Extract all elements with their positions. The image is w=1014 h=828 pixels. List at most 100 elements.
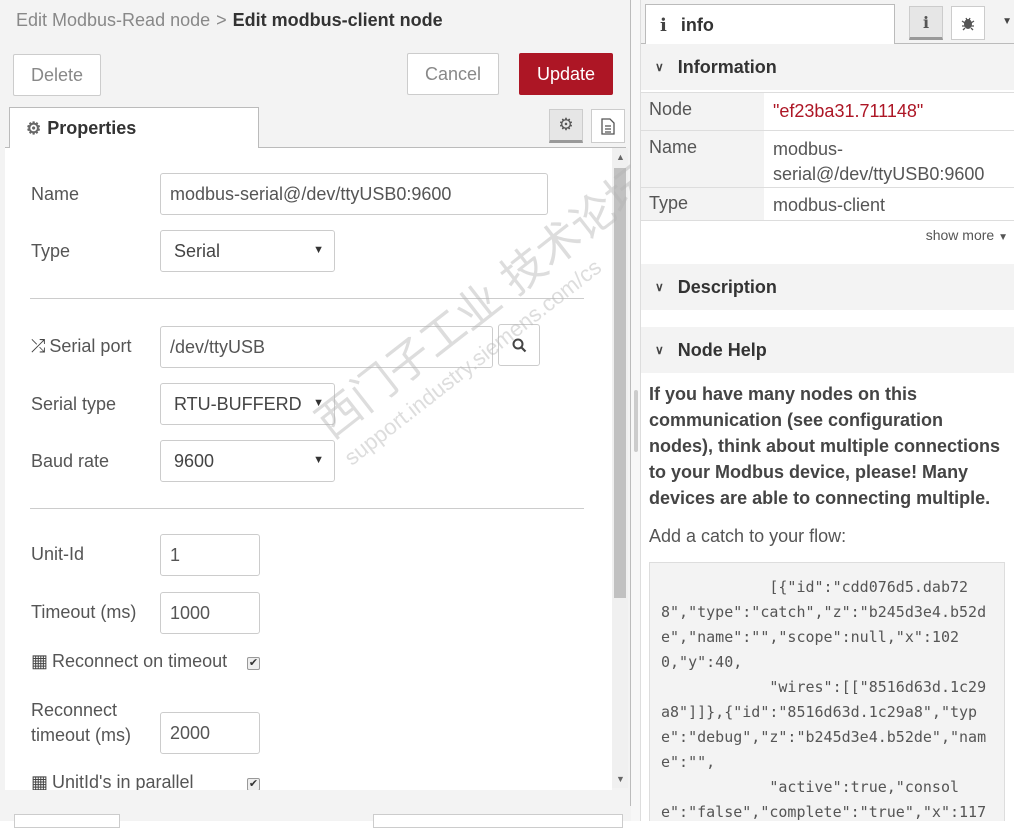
delete-button[interactable]: Delete [13, 54, 101, 96]
info-value-line2: serial@/dev/ttyUSB0:9600 [773, 164, 985, 184]
cancel-button[interactable]: Cancel [407, 53, 499, 95]
node-help-text: Add a catch to your flow: [649, 526, 847, 546]
serial-type-label: Serial type [31, 394, 117, 414]
info-value-line1: modbus- [773, 139, 844, 159]
info-sidebar: i info i ▼ ∨ Information Node "ef23ba31.… [641, 0, 1014, 821]
update-button[interactable]: Update [519, 53, 613, 95]
info-value: modbus- serial@/dev/ttyUSB0:9600 [764, 131, 1014, 187]
reconnect-timeout-input[interactable]: 2000 [160, 712, 260, 754]
baud-rate-label: Baud rate [31, 451, 110, 471]
caret-down-icon: ▼ [998, 232, 1008, 243]
serial-port-input[interactable]: /dev/ttyUSB [160, 326, 493, 368]
reconnect-timeout-label-line2: timeout (ms) [31, 725, 132, 745]
info-row-node: Node "ef23ba31.711148" [641, 92, 1014, 130]
tab-properties-label: Properties [47, 118, 137, 138]
divider [30, 298, 584, 299]
chevron-down-icon: ∨ [655, 60, 664, 74]
gear-icon: ⚙ [26, 118, 42, 138]
information-title: Information [677, 56, 777, 77]
unit-id-input[interactable]: 1 [160, 534, 260, 576]
node-help-title: Node Help [677, 339, 767, 360]
sidebar-tab-bar: i info i ▼ [641, 0, 1014, 45]
information-section-header[interactable]: ∨ Information [641, 44, 1014, 90]
code-block: [{"id":"cdd076d5.dab728","type":"catch",… [649, 562, 1005, 821]
info-key: Node [641, 93, 764, 130]
node-editor-tray: Edit Modbus-Read node > Edit modbus-client… [0, 0, 631, 828]
serial-port-search-button[interactable] [498, 324, 540, 366]
info-icon: i [922, 12, 930, 32]
serial-type-select-value: RTU-BUFFERD [174, 393, 302, 414]
form-scrollbar[interactable]: ▲ ▼ [612, 148, 628, 788]
caret-down-icon: ▼ [313, 454, 324, 466]
chevron-down-icon: ∨ [655, 343, 664, 357]
sidebar-menu-caret-icon[interactable]: ▼ [1002, 16, 1012, 27]
search-icon [512, 338, 526, 352]
reconnect-timeout-label-line1: Reconnect [31, 700, 118, 720]
info-row-name: Name modbus- serial@/dev/ttyUSB0:9600 [641, 130, 1014, 187]
footer-field[interactable] [373, 814, 623, 828]
breadcrumb: Edit Modbus-Read node > Edit modbus-client… [16, 10, 443, 31]
breadcrumb-current: Edit modbus-client node [232, 10, 443, 30]
node-properties-gear-button[interactable]: ⚙ [549, 109, 583, 143]
grid-icon: ▦ [31, 772, 49, 790]
type-label: Type [31, 241, 71, 261]
bug-icon [961, 17, 975, 31]
timeout-label: Timeout (ms) [31, 602, 137, 622]
name-label: Name [31, 184, 80, 204]
scroll-up-icon[interactable]: ▲ [616, 152, 625, 162]
baud-rate-select-value: 9600 [174, 450, 215, 471]
node-help-section-header[interactable]: ∨ Node Help [641, 327, 1014, 373]
breadcrumb-separator: > [216, 10, 227, 30]
info-tab-button[interactable]: i [909, 6, 943, 40]
unitids-parallel-checkbox[interactable]: ✔ [247, 778, 260, 790]
breadcrumb-parent[interactable]: Edit Modbus-Read node [16, 10, 210, 30]
unitids-parallel-label: ▦ UnitId's in parallel [31, 772, 194, 790]
info-value: "ef23ba31.711148" [773, 101, 924, 121]
timeout-input[interactable]: 1000 [160, 592, 260, 634]
name-input[interactable]: modbus-serial@/dev/ttyUSB0:9600 [160, 173, 548, 215]
tab-properties[interactable]: ⚙ Properties [9, 107, 259, 149]
editor-footer [0, 806, 631, 828]
grid-icon: ▦ [31, 651, 49, 671]
type-select-value: Serial [174, 240, 221, 261]
description-title: Description [677, 276, 777, 297]
info-key: Type [641, 188, 764, 220]
type-select[interactable]: Serial ▼ [160, 230, 335, 272]
serial-type-select[interactable]: RTU-BUFFERD ▼ [160, 383, 335, 425]
editor-tab-bar: ⚙ Properties ⚙ [5, 104, 626, 149]
reconnect-on-timeout-checkbox[interactable]: ✔ [247, 657, 260, 670]
node-help-bold-text: If you have many nodes on this communica… [649, 384, 1001, 508]
info-row-type: Type modbus-client [641, 187, 1014, 221]
splitter-grip[interactable] [634, 390, 638, 452]
show-more-label: show more [925, 227, 995, 243]
show-more-link[interactable]: show more ▼ [926, 227, 1008, 243]
debug-tab-button[interactable] [951, 6, 985, 40]
info-key: Name [641, 131, 764, 187]
footer-button[interactable] [14, 814, 120, 828]
gear-icon: ⚙ [558, 115, 574, 134]
scroll-down-icon[interactable]: ▼ [616, 774, 625, 784]
info-value: modbus-client [773, 195, 886, 215]
chevron-down-icon: ∨ [655, 280, 664, 294]
baud-rate-select[interactable]: 9600 ▼ [160, 440, 335, 482]
reconnect-on-timeout-label: ▦ Reconnect on timeout [31, 651, 227, 672]
divider [30, 508, 584, 509]
properties-form: Name modbus-serial@/dev/ttyUSB0:9600 Typ… [5, 148, 612, 790]
tab-info-label: info [680, 14, 714, 35]
serial-port-label: ⤮ Serial port [31, 336, 131, 357]
caret-down-icon: ▼ [313, 244, 324, 256]
reconnect-timeout-label: Reconnect timeout (ms) [31, 698, 131, 748]
shuffle-icon: ⤮ [31, 336, 46, 356]
tab-info[interactable]: i info [645, 4, 895, 45]
node-description-button[interactable] [591, 109, 625, 143]
serial-port-label-text: Serial port [49, 336, 132, 356]
caret-down-icon: ▼ [313, 397, 324, 409]
reconnect-on-timeout-label-text: Reconnect on timeout [52, 651, 228, 671]
description-section-header[interactable]: ∨ Description [641, 264, 1014, 310]
unit-id-label: Unit-Id [31, 544, 85, 564]
unitids-parallel-label-text: UnitId's in parallel [52, 772, 194, 790]
sidebar-splitter[interactable] [631, 0, 641, 821]
info-icon: i [660, 14, 667, 36]
scrollbar-thumb[interactable] [614, 168, 626, 598]
document-icon [601, 117, 615, 135]
